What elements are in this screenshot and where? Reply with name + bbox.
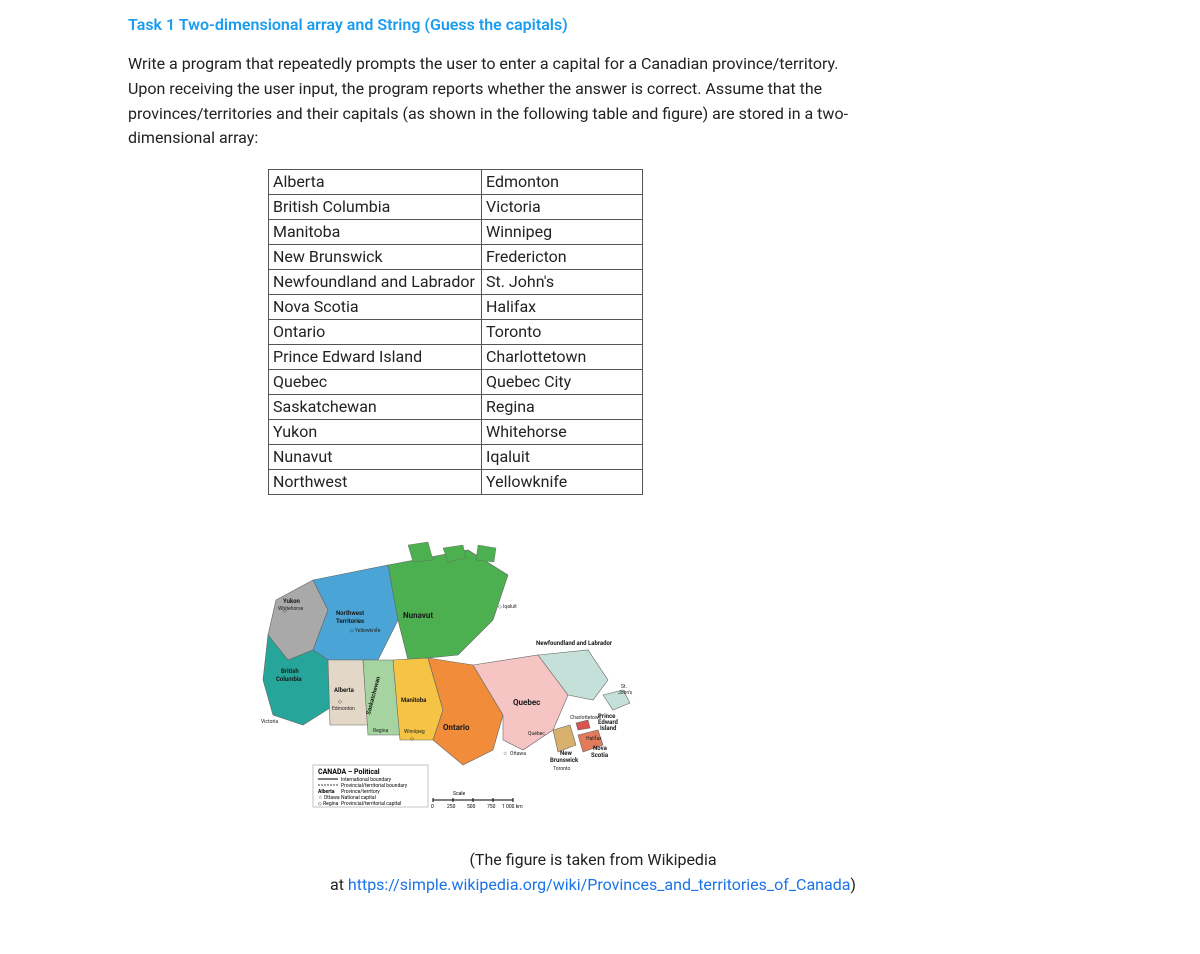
province-cell: Manitoba — [269, 220, 482, 245]
cap-victoria: Victoria — [261, 719, 278, 725]
capital-cell: Yellowknife — [482, 470, 643, 495]
table-row: NunavutIqaluit — [269, 445, 643, 470]
province-cell: New Brunswick — [269, 245, 482, 270]
table-row: SaskatchewanRegina — [269, 395, 643, 420]
scale-500: 500 — [467, 804, 476, 810]
marker-yellowknife: ◇ — [350, 628, 354, 634]
caption-post: ) — [850, 875, 856, 894]
cap-regina: Regina — [373, 728, 389, 734]
label-nt2: Territories — [336, 618, 364, 625]
capital-cell: Toronto — [482, 320, 643, 345]
scale-1000: 1 000 km — [502, 804, 523, 810]
label-manitoba: Manitoba — [401, 697, 427, 704]
capital-cell: Fredericton — [482, 245, 643, 270]
label-quebec: Quebec — [513, 698, 540, 707]
province-cell: Quebec — [269, 370, 482, 395]
table-row: Newfoundland and LabradorSt. John's — [269, 270, 643, 295]
province-cell: British Columbia — [269, 195, 482, 220]
cap-yellowknife: Yellowknife — [355, 627, 381, 634]
table-row: Nova ScotiaHalifax — [269, 295, 643, 320]
table-row: OntarioToronto — [269, 320, 643, 345]
pe-shape — [576, 720, 590, 730]
task-heading: Task 1 Two-dimensional array and String … — [128, 15, 1058, 34]
capital-cell: Victoria — [482, 195, 643, 220]
cap-edmonton: Edmonton — [332, 706, 355, 712]
capital-cell: Iqaluit — [482, 445, 643, 470]
table-row: YukonWhitehorse — [269, 420, 643, 445]
table-row: AlbertaEdmonton — [269, 170, 643, 195]
province-cell: Nova Scotia — [269, 295, 482, 320]
province-cell: Ontario — [269, 320, 482, 345]
label-pe3: Island — [600, 725, 617, 732]
table-row: British ColumbiaVictoria — [269, 195, 643, 220]
marker-edmonton: ◇ — [338, 699, 342, 705]
capital-cell: St. John's — [482, 270, 643, 295]
cap-toronto: Toronto — [553, 766, 570, 772]
scale-label: Scale — [453, 791, 466, 797]
cap-charlottetown: Charlottetown — [570, 715, 602, 721]
label-nb2: Brunswick — [550, 757, 579, 764]
cap-winnipeg: Winnipeg — [404, 729, 425, 735]
province-cell: Alberta — [269, 170, 482, 195]
table-row: New BrunswickFredericton — [269, 245, 643, 270]
label-nb1: New — [560, 750, 572, 757]
province-cell: Yukon — [269, 420, 482, 445]
cap-stjohns2: John's — [618, 690, 633, 696]
capital-cell: Winnipeg — [482, 220, 643, 245]
label-ns2: Scotia — [591, 752, 609, 759]
canada-political-map: Yukon Northwest Territories Nunavut Brit… — [258, 540, 638, 820]
cap-halifax: Halifax — [586, 735, 602, 742]
label-nunavut: Nunavut — [403, 611, 433, 620]
legend-l5k: ◇ Regina — [318, 801, 339, 807]
label-nt1: Northwest — [336, 610, 364, 617]
label-alberta: Alberta — [334, 687, 355, 694]
task-prompt: Write a program that repeatedly prompts … — [128, 52, 848, 151]
nb-shape — [553, 725, 576, 752]
label-ns1: Nova — [593, 745, 608, 752]
capital-cell: Quebec City — [482, 370, 643, 395]
capital-cell: Halifax — [482, 295, 643, 320]
caption-pre: at — [330, 875, 348, 894]
capital-cell: Regina — [482, 395, 643, 420]
province-capital-table: AlbertaEdmontonBritish ColumbiaVictoriaM… — [268, 169, 643, 495]
scale-0: 0 — [431, 804, 434, 810]
label-yukon: Yukon — [283, 598, 301, 605]
marker-iqaluit: ◇ — [498, 604, 502, 610]
scale-250: 250 — [447, 804, 456, 810]
label-ontario: Ontario — [443, 723, 470, 732]
cap-iqaluit: Iqaluit — [503, 604, 517, 610]
table-row: QuebecQuebec City — [269, 370, 643, 395]
table-row: ManitobaWinnipeg — [269, 220, 643, 245]
nunavut-shape — [388, 550, 508, 660]
table-row: NorthwestYellowknife — [269, 470, 643, 495]
cap-whitehorse: Whitehorse — [278, 606, 304, 612]
province-cell: Newfoundland and Labrador — [269, 270, 482, 295]
table-row: Prince Edward IslandCharlottetown — [269, 345, 643, 370]
marker-winnipeg: ◇ — [410, 736, 414, 742]
province-cell: Saskatchewan — [269, 395, 482, 420]
wikipedia-link[interactable]: https://simple.wikipedia.org/wiki/Provin… — [348, 875, 851, 894]
label-bc2: Columbia — [276, 676, 302, 683]
arctic-islands — [408, 542, 496, 562]
capital-cell: Whitehorse — [482, 420, 643, 445]
marker-ottawa: ☆ — [503, 751, 508, 757]
label-bc1: British — [281, 668, 299, 675]
legend-title: CANADA – Political — [318, 768, 380, 776]
cap-quebec: Québec — [528, 731, 545, 737]
caption-line1: (The figure is taken from Wikipedia — [469, 850, 716, 869]
scale-750: 750 — [487, 804, 496, 810]
label-nl: Newfoundland and Labrador — [536, 640, 613, 647]
province-cell: Prince Edward Island — [269, 345, 482, 370]
figure-caption: (The figure is taken from Wikipedia at h… — [128, 848, 1058, 898]
cap-ottawa: Ottawa — [510, 751, 526, 757]
province-cell: Northwest — [269, 470, 482, 495]
legend-l5: Provincial/territorial capital — [341, 801, 401, 807]
capital-cell: Charlottetown — [482, 345, 643, 370]
province-cell: Nunavut — [269, 445, 482, 470]
capital-cell: Edmonton — [482, 170, 643, 195]
